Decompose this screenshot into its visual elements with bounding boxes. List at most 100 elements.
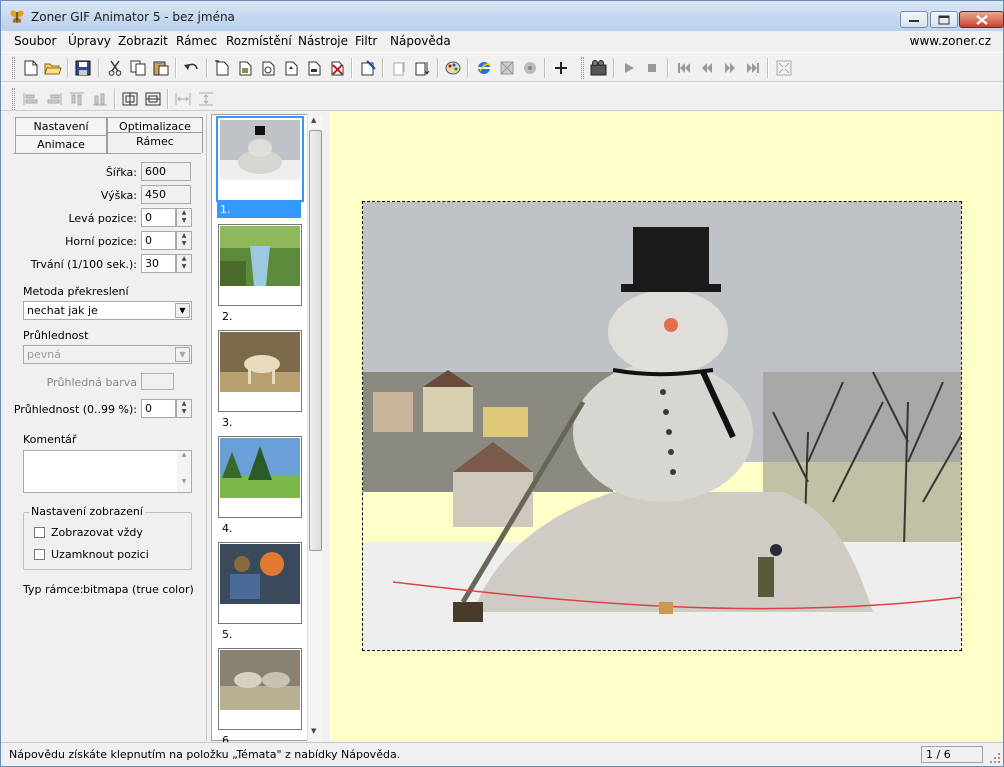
website-link[interactable]: www.zoner.cz [910,34,991,48]
pruhledna-barva-button[interactable] [141,373,174,390]
scroll-up-icon[interactable]: ▲ [311,116,316,124]
editing-canvas[interactable] [330,112,1002,741]
tab-ramec[interactable]: Rámec [107,132,203,153]
menu-ramec[interactable]: Rámec [176,34,217,48]
leva-pozice-stepper[interactable]: ▲ ▼ [176,208,192,227]
new-frame-icon[interactable] [212,58,232,78]
menu-upravy[interactable]: Úpravy [68,34,111,48]
frame-thumbnail[interactable] [218,648,302,730]
textarea-scrollbar[interactable]: ▲ ▼ [177,451,191,492]
move-up-icon [389,58,409,78]
paste-icon[interactable] [151,58,171,78]
center-vertical-icon[interactable] [143,89,163,109]
pruhledna-barva-label: Průhledná barva [46,376,137,389]
pruhlednost-pct-label: Průhlednost (0..99 %): [13,403,137,416]
scroll-down-icon[interactable]: ▼ [311,727,316,735]
metoda-select[interactable]: nechat jak je ▼ [23,301,192,320]
uzamknout-pozici-checkbox[interactable] [34,549,45,560]
align-top-icon [67,89,87,109]
chevron-down-icon[interactable]: ▼ [175,303,190,318]
chevron-down-icon[interactable]: ▼ [175,347,190,362]
leva-pozice-input[interactable]: 0 [141,208,176,227]
stop-icon[interactable] [642,58,662,78]
status-message: Nápovědu získáte klepnutím na položku „T… [9,748,401,761]
frame-thumbnail[interactable] [218,542,302,624]
toolbar-separator [382,58,384,78]
toolbar-separator [351,58,353,78]
delete-frame-icon[interactable] [327,58,347,78]
pruhlednost-select[interactable]: pevná ▼ [23,345,192,364]
tab-animace[interactable]: Animace [15,135,107,153]
toolbar-grip[interactable] [12,88,15,110]
menu-rozmisteni[interactable]: Rozmístění [226,34,292,48]
trvani-input[interactable]: 30 [141,254,176,273]
frame-edit-icon[interactable] [358,58,378,78]
frame-thumbnail[interactable] [216,116,304,202]
close-button[interactable] [959,11,1004,28]
scroll-thumb[interactable] [309,130,322,551]
title-bar[interactable]: Zoner GIF Animator 5 - bez jména [1,1,1004,31]
frame-thumbnail[interactable] [218,436,302,518]
frame-from-file-icon[interactable] [281,58,301,78]
cut-icon[interactable] [105,58,125,78]
resize-grip-icon[interactable] [989,752,1001,764]
menu-zobrazit[interactable]: Zobrazit [118,34,168,48]
last-frame-icon[interactable] [743,58,763,78]
current-frame-image[interactable] [362,201,962,651]
menu-nastroje[interactable]: Nástroje [298,34,348,48]
add-icon[interactable] [551,58,571,78]
zobrazovat-vzdy-checkbox[interactable] [34,527,45,538]
pruhlednost-pct-input[interactable]: 0 [141,399,176,418]
animation-wizard-icon[interactable] [589,58,609,78]
first-frame-icon[interactable] [674,58,694,78]
frame-thumbnail[interactable] [218,224,302,306]
previous-frame-icon[interactable] [697,58,717,78]
preview-browser-icon[interactable] [474,58,494,78]
save-icon[interactable] [73,58,93,78]
toolbar-grip[interactable] [12,57,15,79]
horni-pozice-input[interactable]: 0 [141,231,176,250]
undo-icon[interactable] [181,58,201,78]
distribute-vertical-icon [196,89,216,109]
uzamknout-pozici-label[interactable]: Uzamknout pozici [51,548,149,561]
toolbar-separator [613,58,615,78]
horni-pozice-stepper[interactable]: ▲ ▼ [176,231,192,250]
trvani-stepper[interactable]: ▲ ▼ [176,254,192,273]
pruhlednost-pct-stepper[interactable]: ▲ ▼ [176,399,192,418]
zobrazovat-vzdy-label[interactable]: Zobrazovat vždy [51,526,143,539]
maximize-button[interactable] [930,11,958,28]
insert-frame-icon[interactable] [235,58,255,78]
align-bottom-icon [90,89,110,109]
frame-list-scrollbar[interactable]: ▲ ▼ [307,114,323,741]
copy-icon[interactable] [128,58,148,78]
duplicate-frame-icon[interactable] [258,58,278,78]
toolbar-separator [467,58,469,78]
toolbar-separator [206,58,208,78]
center-horizontal-icon[interactable] [120,89,140,109]
open-folder-icon[interactable] [43,58,63,78]
komentar-textarea[interactable]: ▲ ▼ [23,450,192,493]
distribute-horizontal-icon [173,89,193,109]
frame-thumbnail[interactable] [218,330,302,412]
vyska-field: 450 [141,185,191,204]
tab-nastaveni[interactable]: Nastavení [15,117,107,135]
new-file-icon[interactable] [21,58,41,78]
frame-thumbnail-image [220,650,300,710]
toolbar-separator [437,58,439,78]
menu-filtr[interactable]: Filtr [355,34,377,48]
menu-napoveda[interactable]: Nápověda [390,34,451,48]
palette-icon[interactable] [443,58,463,78]
minimize-button[interactable] [900,11,928,28]
horni-pozice-label: Horní pozice: [65,235,137,248]
frame-properties-icon[interactable] [304,58,324,78]
optimize-icon [497,58,517,78]
move-down-icon[interactable] [412,58,432,78]
toolbar-separator [98,58,100,78]
next-frame-icon[interactable] [720,58,740,78]
frame-counter: 1 / 6 [921,746,983,763]
play-icon[interactable] [619,58,639,78]
menu-soubor[interactable]: Soubor [14,34,56,48]
align-right-icon [44,89,64,109]
fullscreen-icon[interactable] [774,58,794,78]
toolbar-grip[interactable] [581,57,584,79]
